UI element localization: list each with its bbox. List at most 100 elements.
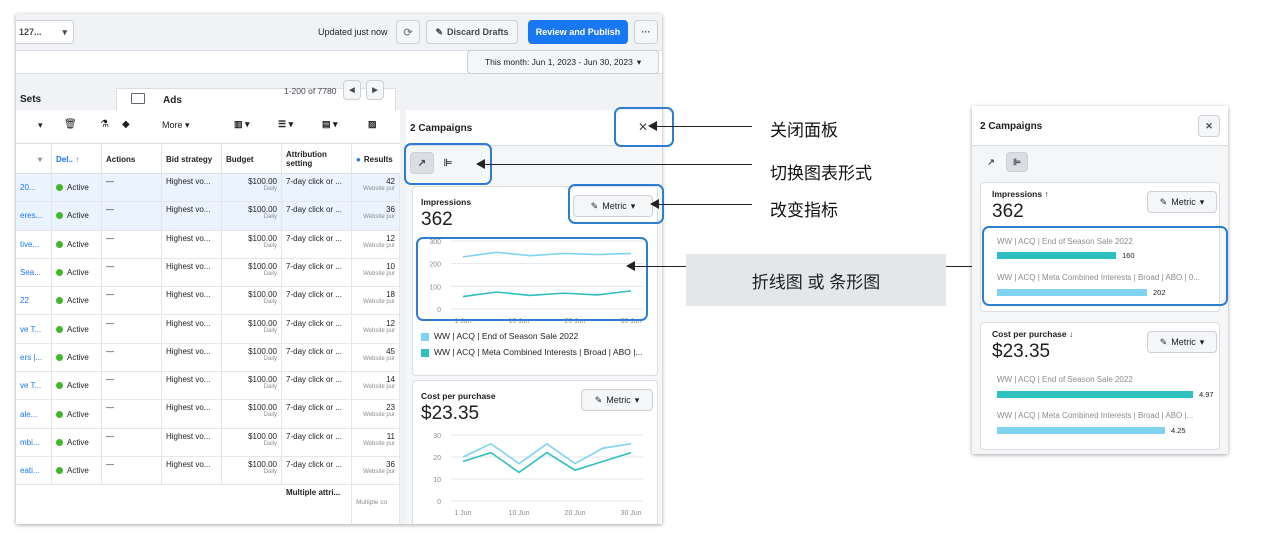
column-header-name[interactable]: ▾	[16, 144, 52, 174]
columns-icon[interactable]: ▥ ▾	[234, 119, 250, 130]
review-publish-button[interactable]: Review and Publish	[528, 20, 628, 44]
annotation-close-panel: 关闭面板	[770, 121, 838, 140]
row-name[interactable]: mbi...	[20, 438, 40, 447]
row-name[interactable]: 22	[20, 296, 29, 305]
table-cell: 7-day click or ...	[282, 258, 352, 287]
annotation-switch-chart: 切换图表形式	[770, 164, 872, 183]
table-cell: Active	[52, 287, 102, 315]
status-dot-icon	[56, 467, 63, 475]
cost-per-purchase-card: Cost per purchase $23.35 ✎ Metric ▾ 0 10 2…	[412, 380, 658, 524]
table-cell: —	[102, 428, 162, 456]
metric-button[interactable]: ✎ Metric ▾	[1147, 331, 1217, 353]
table-row[interactable]: ve T... Active — Highest vo... $100.00 Daily 7…	[16, 372, 400, 401]
table-row[interactable]: 20... Active — Highest vo... $100.00 Daily 7-d…	[16, 174, 400, 203]
tag-icon[interactable]: ◆	[122, 119, 130, 130]
prev-page-button[interactable]: ◀	[343, 80, 361, 100]
table-cell: Active	[52, 174, 102, 202]
level-tabs: Sets Ads 1-200 of 7780 ◀ ▶	[16, 76, 662, 110]
x-tick-label: 30 Jun	[620, 510, 641, 517]
tab-ad-sets[interactable]: Sets	[20, 94, 41, 105]
row-attribution: 7-day click or ...	[286, 177, 343, 186]
row-name[interactable]: eres...	[20, 211, 42, 220]
row-name[interactable]: ers |...	[20, 353, 42, 362]
column-header-actions[interactable]: Actions	[102, 144, 162, 174]
table-row[interactable]: ale... Active — Highest vo... $100.00 Daily 7-…	[16, 400, 400, 429]
table-cell: 22	[16, 287, 52, 315]
column-header-attribution[interactable]: Attribution setting	[282, 144, 352, 174]
row-budget: $100.00 Daily	[248, 233, 277, 249]
cpp-value: $23.35	[421, 403, 480, 424]
column-header-bid-strategy[interactable]: Bid strategy	[162, 144, 222, 174]
table-cell: 7-day click or ...	[282, 287, 352, 315]
y-tick-label: 30	[433, 433, 441, 440]
chevron-left-icon: ◀	[349, 87, 355, 94]
table-row[interactable]: eres... Active — Highest vo... $100.00 Daily 7…	[16, 202, 400, 231]
row-status: Active	[67, 296, 89, 306]
cost-per-purchase-card: Cost per purchase ↓ $23.35 ✎ Metric ▾ WW…	[980, 322, 1220, 450]
table-row[interactable]: eati... Active — Highest vo... $100.00 Daily 7…	[16, 457, 400, 486]
chart-view-icon[interactable]: ▨	[368, 119, 377, 130]
arrow-head	[476, 159, 485, 169]
row-results: 12 Website pur	[363, 318, 395, 334]
row-actions: —	[106, 375, 114, 385]
highlight-close	[614, 107, 674, 147]
row-attribution: 7-day click or ...	[286, 431, 343, 441]
annotation-arrow	[656, 204, 752, 205]
discard-drafts-button[interactable]: ✎ Discard Drafts	[426, 20, 518, 44]
more-options-button[interactable]: ···	[634, 20, 658, 44]
table-row[interactable]: ers |... Active — Highest vo... $100.00 Daily…	[16, 343, 400, 373]
table-row[interactable]: ve T... Active — Highest vo... $100.00 Daily 7…	[16, 315, 400, 344]
table-cell: Active	[52, 372, 102, 400]
account-select[interactable]: 127... ▾	[16, 20, 74, 44]
row-name[interactable]: ale...	[20, 410, 37, 419]
table-cell: ale...	[16, 400, 52, 428]
table-cell: —	[102, 258, 162, 287]
column-header-label: Results	[363, 154, 393, 164]
metric-button[interactable]: ✎ Metric ▾	[581, 389, 653, 411]
refresh-button[interactable]: ⟳	[396, 20, 420, 44]
column-header-delivery[interactable]: Del.. ↑	[52, 144, 102, 174]
row-budget: $100.00 Daily	[248, 318, 277, 334]
table-cell: $100.00 Daily	[222, 372, 282, 400]
table-cell: —	[102, 400, 162, 428]
table-row[interactable]: Sea... Active — Highest vo... $100.00 Daily 7-…	[16, 258, 400, 288]
table-cell: 7-day click or ...	[282, 372, 352, 400]
next-page-button[interactable]: ▶	[366, 80, 384, 100]
table-cell: $100.00 Daily	[222, 315, 282, 343]
test-icon[interactable]: ⚗	[100, 119, 109, 130]
breakdown-icon[interactable]: ☰ ▾	[278, 119, 293, 130]
row-name[interactable]: Sea...	[20, 268, 41, 277]
caret-down-icon[interactable]: ▾	[38, 120, 43, 131]
column-header-results[interactable]: ● Results	[352, 144, 400, 174]
table-cell: eres...	[16, 202, 52, 230]
bar-chart-toggle[interactable]: ⊫	[1006, 152, 1028, 172]
table-row[interactable]: 22 Active — Highest vo... $100.00 Daily 7-day …	[16, 287, 400, 316]
row-name[interactable]: ve T...	[20, 325, 41, 334]
line-chart-toggle[interactable]: ↗	[980, 152, 1002, 172]
row-name[interactable]: tive...	[20, 240, 39, 249]
table-cell: 7-day click or ...	[282, 457, 352, 485]
date-range-picker[interactable]: This month: Jun 1, 2023 - Jun 30, 2023 ▾	[467, 50, 659, 74]
table-row[interactable]: mbi... Active — Highest vo... $100.00 Daily 7-…	[16, 428, 400, 457]
row-status: Active	[67, 381, 89, 391]
row-name[interactable]: eati...	[20, 466, 40, 475]
row-name[interactable]: ve T...	[20, 381, 41, 390]
row-name[interactable]: 20...	[20, 183, 36, 192]
metric-button[interactable]: ✎ Metric ▾	[1147, 191, 1217, 213]
table-cell: 10 Website pur	[352, 258, 400, 287]
table-cell: Active	[52, 343, 102, 372]
status-dot-icon	[56, 410, 63, 418]
table-row[interactable]: tive... Active — Highest vo... $100.00 Daily 7…	[16, 230, 400, 259]
column-header-budget[interactable]: Budget	[222, 144, 282, 174]
more-menu[interactable]: More ▾	[162, 120, 190, 131]
row-actions: —	[106, 205, 114, 215]
table-cell: 7-day click or ...	[282, 400, 352, 428]
table-cell: mbi...	[16, 428, 52, 456]
table-cell: 45 Website pur	[352, 343, 400, 372]
delete-icon[interactable]: 🗑	[64, 119, 77, 130]
table-cell: Active	[52, 457, 102, 485]
export-icon[interactable]: ▤ ▾	[322, 119, 338, 130]
row-bid-strategy: Highest vo...	[166, 318, 211, 328]
close-button[interactable]: ✕	[1198, 115, 1220, 137]
table-cell: —	[102, 202, 162, 230]
